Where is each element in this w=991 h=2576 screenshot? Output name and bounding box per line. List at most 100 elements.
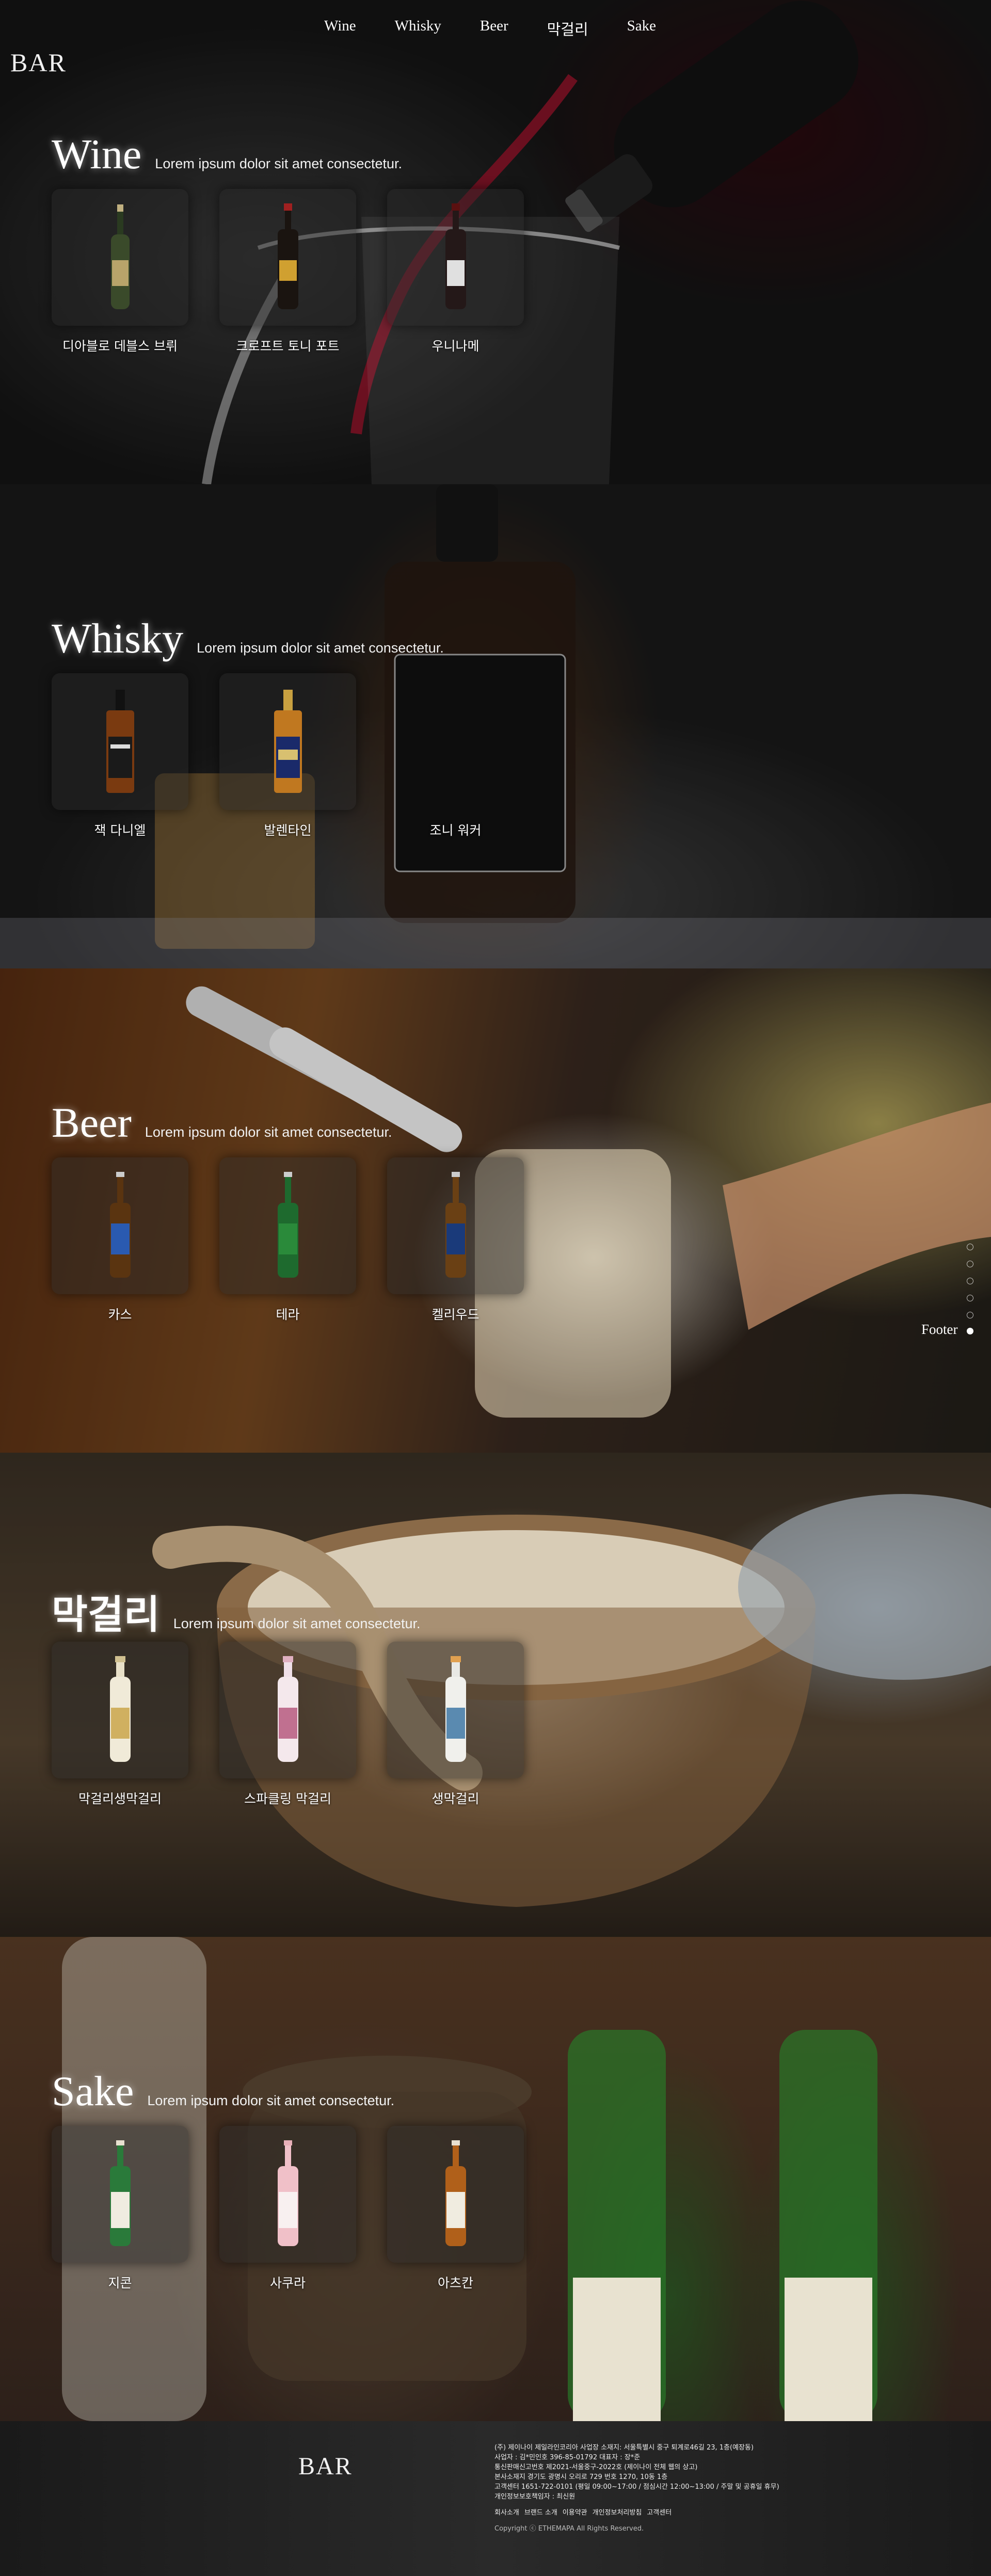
section-dot-nav bbox=[967, 1244, 973, 1329]
product-card[interactable]: 지콘 bbox=[52, 2126, 188, 2292]
product-card[interactable]: 잭 다니엘 bbox=[52, 673, 188, 839]
footer-info: (주) 제이나이 제일라인코리아 사업장 소재지: 서울특별시 중구 퇴계로46… bbox=[494, 2443, 779, 2534]
product-card[interactable]: 켈리우드 bbox=[387, 1157, 524, 1323]
footer-link[interactable]: 회사소개 bbox=[494, 2508, 519, 2518]
product-image-box bbox=[219, 189, 356, 326]
dot-nav-wine[interactable] bbox=[967, 1244, 973, 1250]
product-name: 아츠칸 bbox=[437, 2276, 473, 2291]
footer-info-line: 사업자 : 김*민인호 396-85-01792 대표자 : 장*준 bbox=[494, 2454, 641, 2461]
copyright: Copyright ⓒ ETHEMAPA All Rights Reserved… bbox=[494, 2525, 644, 2533]
product-name: 생막걸리 bbox=[431, 1791, 479, 1806]
dark-port-bottle-icon bbox=[277, 203, 298, 309]
ballantines-bottle-icon bbox=[274, 689, 302, 793]
product-name: 조니 워커 bbox=[429, 823, 482, 838]
product-list: 지콘 사쿠라 아츠칸 bbox=[52, 2126, 555, 2292]
site-logo[interactable]: BAR bbox=[10, 47, 67, 77]
jack-daniels-bottle-icon bbox=[106, 689, 134, 793]
product-name: 사쿠라 bbox=[269, 2276, 306, 2291]
dot-nav-beer[interactable] bbox=[967, 1278, 973, 1284]
dot-nav-whisky[interactable] bbox=[967, 1261, 973, 1267]
product-image-box bbox=[219, 1157, 356, 1294]
nav-item-wine[interactable]: Wine bbox=[324, 18, 356, 39]
footer-link[interactable]: 브랜드 소개 bbox=[524, 2508, 557, 2518]
product-card[interactable]: 조니 워커 bbox=[387, 673, 524, 839]
green-sake-bottle-icon bbox=[109, 2140, 131, 2246]
cass-beer-bottle-icon bbox=[109, 1171, 131, 1278]
product-image-box bbox=[52, 1157, 188, 1294]
product-name: 잭 다니엘 bbox=[94, 823, 146, 838]
fresh-makgeolli-bottle-icon bbox=[445, 1656, 466, 1762]
footer-info-line: 본사소재지 경기도 광명시 오리로 729 번호 1270, 10동 1층 bbox=[494, 2473, 668, 2481]
nav-item-sake[interactable]: Sake bbox=[627, 18, 656, 39]
product-list: 카스 테라 켈리우드 bbox=[52, 1157, 555, 1323]
red-wine-bottle-icon bbox=[445, 203, 466, 309]
product-image-box bbox=[387, 1157, 524, 1294]
green-wine-bottle-icon bbox=[110, 204, 130, 309]
product-card[interactable]: 크로프트 토니 포트 bbox=[219, 189, 356, 355]
footer-link[interactable]: 이용약관 bbox=[563, 2508, 587, 2518]
product-image-box bbox=[52, 1642, 188, 1778]
product-card[interactable]: 테라 bbox=[219, 1157, 356, 1323]
section-header: Sake Lorem ipsum dolor sit amet consecte… bbox=[52, 2067, 394, 2116]
dot-nav-footer[interactable] bbox=[967, 1328, 973, 1334]
product-card[interactable]: 디아블로 데블스 브뤼 bbox=[52, 189, 188, 355]
product-image-box bbox=[219, 1642, 356, 1778]
section-title: Sake bbox=[52, 2068, 134, 2114]
dot-nav-makgeolli[interactable] bbox=[967, 1295, 973, 1301]
footer-info-line: 개인정보보호책임자 : 최신원 bbox=[494, 2493, 576, 2501]
product-image-box bbox=[387, 1642, 524, 1778]
product-name: 막걸리생막걸리 bbox=[78, 1791, 162, 1806]
product-image-box bbox=[387, 2126, 524, 2263]
footer-link[interactable]: 개인정보처리방침 bbox=[593, 2508, 642, 2518]
product-name: 디아블로 데블스 브뤼 bbox=[62, 339, 178, 354]
section-header: Whisky Lorem ipsum dolor sit amet consec… bbox=[52, 614, 444, 663]
section-whisky: Whisky Lorem ipsum dolor sit amet consec… bbox=[0, 484, 991, 968]
product-card[interactable]: 아츠칸 bbox=[387, 2126, 524, 2292]
product-name: 테라 bbox=[276, 1307, 300, 1322]
product-card[interactable]: 발렌타인 bbox=[219, 673, 356, 839]
section-title: Beer bbox=[52, 1099, 132, 1146]
product-image-box bbox=[387, 673, 524, 810]
product-image-box bbox=[219, 673, 356, 810]
section-header: Beer Lorem ipsum dolor sit amet consecte… bbox=[52, 1099, 392, 1147]
footer-info-line: 통신판매신고번호 제2021-서울중구-2022호 (제이나이 전체 웹의 상고… bbox=[494, 2463, 698, 2471]
product-image-box bbox=[52, 673, 188, 810]
product-list: 잭 다니엘 발렌타인 조니 워커 bbox=[52, 673, 555, 839]
product-card[interactable]: 스파클링 막걸리 bbox=[219, 1642, 356, 1807]
section-description: Lorem ipsum dolor sit amet consectetur. bbox=[197, 640, 444, 656]
product-card[interactable]: 막걸리생막걸리 bbox=[52, 1642, 188, 1807]
dot-nav-footer-label[interactable]: Footer bbox=[921, 1322, 958, 1338]
product-image-box bbox=[52, 2126, 188, 2263]
top-nav: Wine Whisky Beer 막걸리 Sake bbox=[0, 0, 991, 57]
footer-link[interactable]: 고객센터 bbox=[647, 2508, 672, 2518]
sparkling-makgeolli-bottle-icon bbox=[277, 1656, 298, 1762]
section-title: 막걸리 bbox=[52, 1592, 160, 1637]
section-header: 막걸리 Lorem ipsum dolor sit amet consectet… bbox=[52, 1583, 420, 1640]
product-card[interactable]: 카스 bbox=[52, 1157, 188, 1323]
section-header: Wine Lorem ipsum dolor sit amet consecte… bbox=[52, 130, 402, 179]
footer-info-line: (주) 제이나이 제일라인코리아 사업장 소재지: 서울특별시 중구 퇴계로46… bbox=[494, 2444, 754, 2452]
product-image-box bbox=[387, 189, 524, 326]
footer-links: 회사소개 브랜드 소개 이용약관 개인정보처리방침 고객센터 bbox=[494, 2508, 779, 2518]
dot-nav-sake[interactable] bbox=[967, 1312, 973, 1318]
product-card[interactable]: 우니나메 bbox=[387, 189, 524, 355]
section-description: Lorem ipsum dolor sit amet consectetur. bbox=[145, 1124, 392, 1140]
product-name: 크로프트 토니 포트 bbox=[236, 339, 340, 354]
footer-info-line: 고객센터 1651-722-0101 (평일 09:00~17:00 / 점심시… bbox=[494, 2483, 779, 2491]
nav-item-beer[interactable]: Beer bbox=[480, 18, 508, 39]
section-makgeolli: 막걸리 Lorem ipsum dolor sit amet consectet… bbox=[0, 1453, 991, 1937]
nav-menu: Wine Whisky Beer 막걸리 Sake bbox=[324, 18, 695, 39]
nav-item-whisky[interactable]: Whisky bbox=[395, 18, 441, 39]
nav-item-makgeolli[interactable]: 막걸리 bbox=[547, 18, 588, 39]
footer-logo[interactable]: BAR bbox=[298, 2452, 353, 2480]
product-card[interactable]: 생막걸리 bbox=[387, 1642, 524, 1807]
product-name: 켈리우드 bbox=[431, 1307, 479, 1322]
product-name: 스파클링 막걸리 bbox=[244, 1791, 331, 1806]
product-card[interactable]: 사쿠라 bbox=[219, 2126, 356, 2292]
pink-sake-bottle-icon bbox=[277, 2140, 298, 2246]
section-sake: Sake Lorem ipsum dolor sit amet consecte… bbox=[0, 1937, 991, 2421]
product-name: 발렌타인 bbox=[264, 823, 312, 838]
product-name: 지콘 bbox=[108, 2276, 132, 2291]
section-description: Lorem ipsum dolor sit amet consectetur. bbox=[147, 2093, 395, 2108]
section-description: Lorem ipsum dolor sit amet consectetur. bbox=[173, 1616, 421, 1631]
